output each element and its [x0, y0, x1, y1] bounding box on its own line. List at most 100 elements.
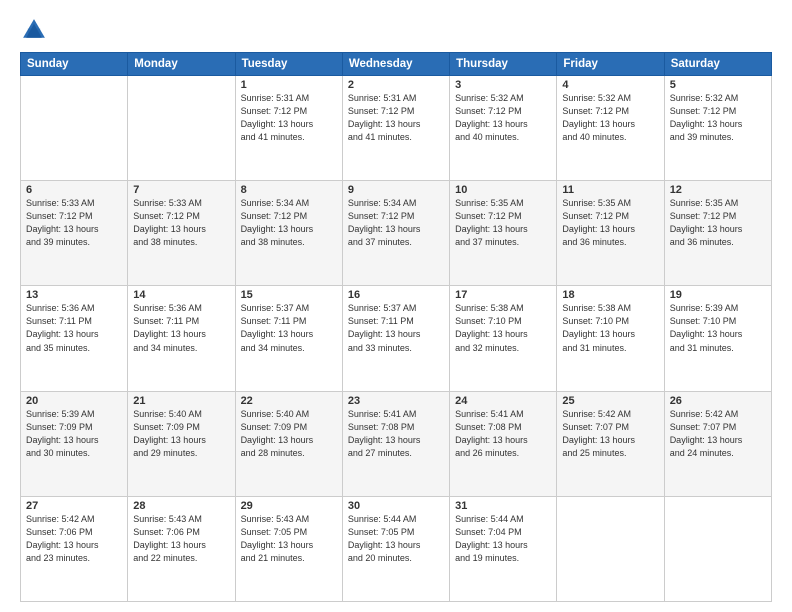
day-cell: 31Sunrise: 5:44 AM Sunset: 7:04 PM Dayli… [450, 496, 557, 601]
day-info: Sunrise: 5:39 AM Sunset: 7:10 PM Dayligh… [670, 302, 766, 354]
day-number: 27 [26, 500, 122, 512]
week-row-1: 1Sunrise: 5:31 AM Sunset: 7:12 PM Daylig… [21, 76, 772, 181]
day-info: Sunrise: 5:31 AM Sunset: 7:12 PM Dayligh… [348, 92, 444, 144]
day-cell: 29Sunrise: 5:43 AM Sunset: 7:05 PM Dayli… [235, 496, 342, 601]
day-info: Sunrise: 5:42 AM Sunset: 7:07 PM Dayligh… [670, 408, 766, 460]
day-number: 4 [562, 79, 658, 91]
page: SundayMondayTuesdayWednesdayThursdayFrid… [0, 0, 792, 612]
day-info: Sunrise: 5:31 AM Sunset: 7:12 PM Dayligh… [241, 92, 337, 144]
day-number: 20 [26, 395, 122, 407]
day-info: Sunrise: 5:35 AM Sunset: 7:12 PM Dayligh… [455, 197, 551, 249]
day-cell: 19Sunrise: 5:39 AM Sunset: 7:10 PM Dayli… [664, 286, 771, 391]
day-number: 26 [670, 395, 766, 407]
day-cell: 12Sunrise: 5:35 AM Sunset: 7:12 PM Dayli… [664, 181, 771, 286]
day-cell: 25Sunrise: 5:42 AM Sunset: 7:07 PM Dayli… [557, 391, 664, 496]
day-info: Sunrise: 5:35 AM Sunset: 7:12 PM Dayligh… [562, 197, 658, 249]
day-info: Sunrise: 5:37 AM Sunset: 7:11 PM Dayligh… [348, 302, 444, 354]
day-number: 6 [26, 184, 122, 196]
day-cell: 17Sunrise: 5:38 AM Sunset: 7:10 PM Dayli… [450, 286, 557, 391]
day-info: Sunrise: 5:43 AM Sunset: 7:05 PM Dayligh… [241, 513, 337, 565]
day-cell: 30Sunrise: 5:44 AM Sunset: 7:05 PM Dayli… [342, 496, 449, 601]
day-info: Sunrise: 5:39 AM Sunset: 7:09 PM Dayligh… [26, 408, 122, 460]
header [20, 16, 772, 44]
day-cell: 9Sunrise: 5:34 AM Sunset: 7:12 PM Daylig… [342, 181, 449, 286]
day-number: 12 [670, 184, 766, 196]
day-cell: 11Sunrise: 5:35 AM Sunset: 7:12 PM Dayli… [557, 181, 664, 286]
day-info: Sunrise: 5:36 AM Sunset: 7:11 PM Dayligh… [133, 302, 229, 354]
day-cell: 8Sunrise: 5:34 AM Sunset: 7:12 PM Daylig… [235, 181, 342, 286]
day-info: Sunrise: 5:32 AM Sunset: 7:12 PM Dayligh… [455, 92, 551, 144]
day-number: 23 [348, 395, 444, 407]
day-number: 22 [241, 395, 337, 407]
day-number: 15 [241, 289, 337, 301]
day-number: 1 [241, 79, 337, 91]
day-info: Sunrise: 5:40 AM Sunset: 7:09 PM Dayligh… [133, 408, 229, 460]
calendar-table: SundayMondayTuesdayWednesdayThursdayFrid… [20, 52, 772, 602]
weekday-header-sunday: Sunday [21, 53, 128, 76]
day-cell: 7Sunrise: 5:33 AM Sunset: 7:12 PM Daylig… [128, 181, 235, 286]
weekday-header-friday: Friday [557, 53, 664, 76]
day-info: Sunrise: 5:42 AM Sunset: 7:07 PM Dayligh… [562, 408, 658, 460]
day-info: Sunrise: 5:38 AM Sunset: 7:10 PM Dayligh… [562, 302, 658, 354]
day-cell: 1Sunrise: 5:31 AM Sunset: 7:12 PM Daylig… [235, 76, 342, 181]
day-info: Sunrise: 5:32 AM Sunset: 7:12 PM Dayligh… [562, 92, 658, 144]
day-cell: 23Sunrise: 5:41 AM Sunset: 7:08 PM Dayli… [342, 391, 449, 496]
day-number: 21 [133, 395, 229, 407]
day-cell: 14Sunrise: 5:36 AM Sunset: 7:11 PM Dayli… [128, 286, 235, 391]
day-info: Sunrise: 5:44 AM Sunset: 7:05 PM Dayligh… [348, 513, 444, 565]
day-number: 25 [562, 395, 658, 407]
day-number: 10 [455, 184, 551, 196]
day-number: 8 [241, 184, 337, 196]
day-info: Sunrise: 5:33 AM Sunset: 7:12 PM Dayligh… [133, 197, 229, 249]
day-info: Sunrise: 5:35 AM Sunset: 7:12 PM Dayligh… [670, 197, 766, 249]
day-number: 9 [348, 184, 444, 196]
weekday-header-thursday: Thursday [450, 53, 557, 76]
week-row-4: 20Sunrise: 5:39 AM Sunset: 7:09 PM Dayli… [21, 391, 772, 496]
day-number: 16 [348, 289, 444, 301]
day-cell: 24Sunrise: 5:41 AM Sunset: 7:08 PM Dayli… [450, 391, 557, 496]
day-number: 5 [670, 79, 766, 91]
day-cell: 22Sunrise: 5:40 AM Sunset: 7:09 PM Dayli… [235, 391, 342, 496]
day-cell: 15Sunrise: 5:37 AM Sunset: 7:11 PM Dayli… [235, 286, 342, 391]
day-number: 28 [133, 500, 229, 512]
day-cell [128, 76, 235, 181]
week-row-3: 13 Sunrise: 5:36 AM Sunset: 7:11 PM Dayli… [21, 286, 772, 391]
day-cell: 16Sunrise: 5:37 AM Sunset: 7:11 PM Dayli… [342, 286, 449, 391]
week-row-2: 6 Sunrise: 5:33 AM Sunset: 7:12 PM Daylig… [21, 181, 772, 286]
day-cell: 3Sunrise: 5:32 AM Sunset: 7:12 PM Daylig… [450, 76, 557, 181]
day-info: Sunrise: 5:34 AM Sunset: 7:12 PM Dayligh… [241, 197, 337, 249]
day-cell: 26Sunrise: 5:42 AM Sunset: 7:07 PM Dayli… [664, 391, 771, 496]
day-number: 17 [455, 289, 551, 301]
day-cell [21, 76, 128, 181]
day-number: 19 [670, 289, 766, 301]
day-info: Sunrise: 5:38 AM Sunset: 7:10 PM Dayligh… [455, 302, 551, 354]
weekday-header-monday: Monday [128, 53, 235, 76]
day-cell: 5Sunrise: 5:32 AM Sunset: 7:12 PM Daylig… [664, 76, 771, 181]
day-info: Sunrise: 5:44 AM Sunset: 7:04 PM Dayligh… [455, 513, 551, 565]
day-number: 11 [562, 184, 658, 196]
day-number: 13 [26, 289, 122, 301]
day-number: 24 [455, 395, 551, 407]
day-cell: 18Sunrise: 5:38 AM Sunset: 7:10 PM Dayli… [557, 286, 664, 391]
weekday-header-wednesday: Wednesday [342, 53, 449, 76]
day-number: 18 [562, 289, 658, 301]
day-cell: 20Sunrise: 5:39 AM Sunset: 7:09 PM Dayli… [21, 391, 128, 496]
day-number: 30 [348, 500, 444, 512]
day-cell [664, 496, 771, 601]
day-info: Sunrise: 5:41 AM Sunset: 7:08 PM Dayligh… [348, 408, 444, 460]
day-number: 2 [348, 79, 444, 91]
weekday-header-tuesday: Tuesday [235, 53, 342, 76]
day-cell: 21Sunrise: 5:40 AM Sunset: 7:09 PM Dayli… [128, 391, 235, 496]
day-info: Sunrise: 5:37 AM Sunset: 7:11 PM Dayligh… [241, 302, 337, 354]
logo-icon [20, 16, 48, 44]
day-cell: 2Sunrise: 5:31 AM Sunset: 7:12 PM Daylig… [342, 76, 449, 181]
day-cell: 27Sunrise: 5:42 AM Sunset: 7:06 PM Dayli… [21, 496, 128, 601]
day-cell: 28Sunrise: 5:43 AM Sunset: 7:06 PM Dayli… [128, 496, 235, 601]
day-info: Sunrise: 5:42 AM Sunset: 7:06 PM Dayligh… [26, 513, 122, 565]
day-number: 7 [133, 184, 229, 196]
day-number: 14 [133, 289, 229, 301]
day-info: Sunrise: 5:40 AM Sunset: 7:09 PM Dayligh… [241, 408, 337, 460]
day-info: Sunrise: 5:43 AM Sunset: 7:06 PM Dayligh… [133, 513, 229, 565]
day-info: Sunrise: 5:41 AM Sunset: 7:08 PM Dayligh… [455, 408, 551, 460]
day-info: Sunrise: 5:32 AM Sunset: 7:12 PM Dayligh… [670, 92, 766, 144]
